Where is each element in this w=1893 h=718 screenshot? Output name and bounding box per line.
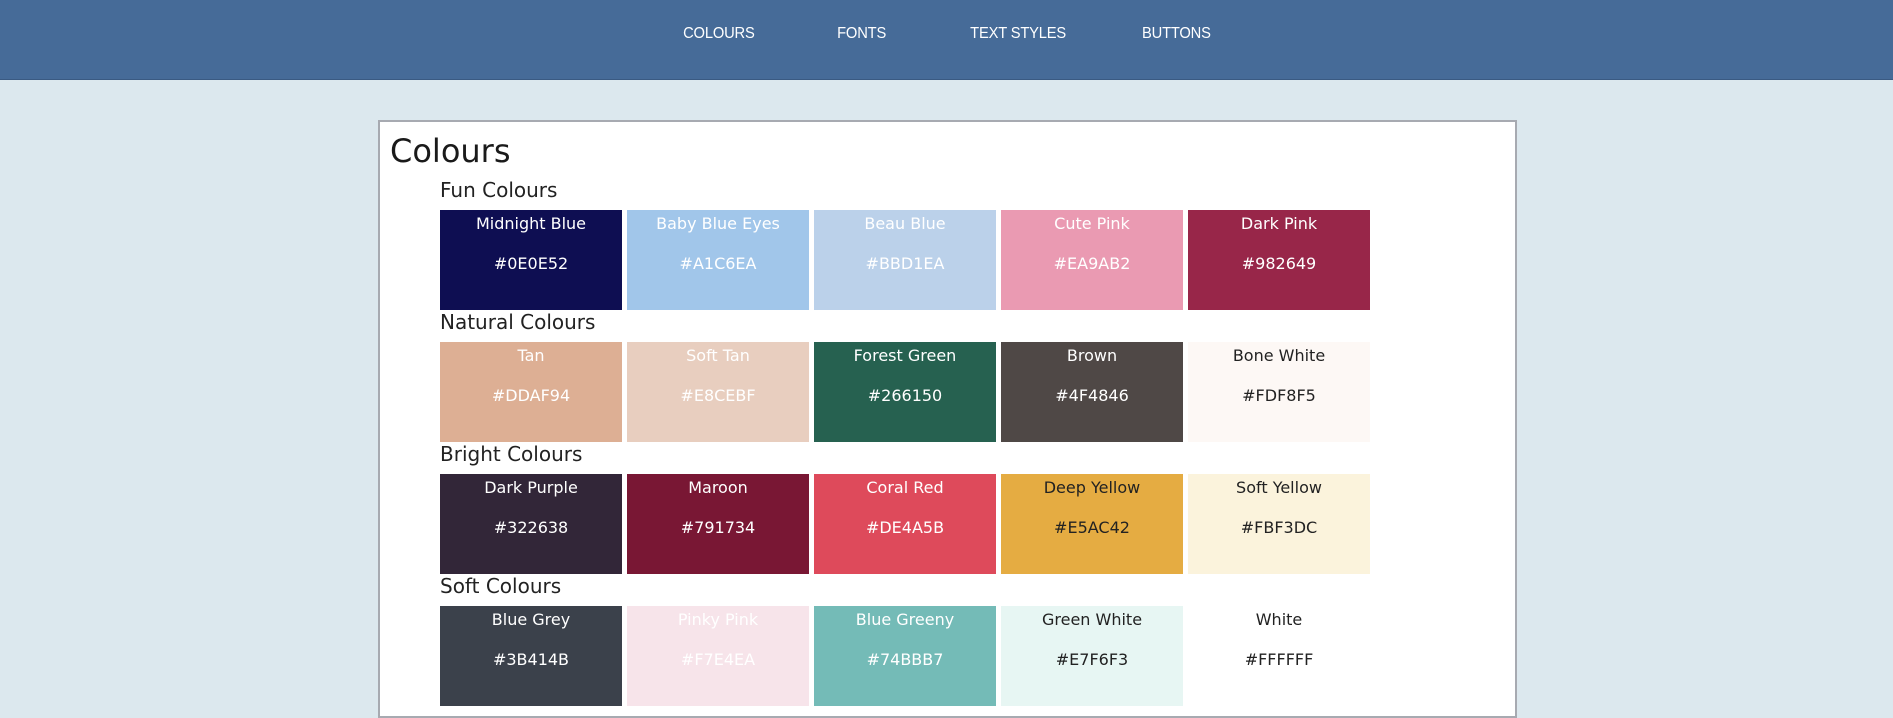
nav-item-fonts[interactable]: FONTS — [837, 25, 886, 43]
colour-swatch: Blue Greeny #74BBB7 — [814, 606, 996, 706]
swatch-hex-code: #0E0E52 — [493, 254, 569, 273]
colour-swatch: Tan #DDAF94 — [440, 342, 622, 442]
swatch-hex-code: #BBD1EA — [865, 254, 945, 273]
colour-swatch: Maroon #791734 — [627, 474, 809, 574]
swatch-hex-code: #DE4A5B — [865, 518, 945, 537]
swatch-name: Dark Purple — [484, 478, 578, 497]
swatch-hex-code: #982649 — [1241, 254, 1317, 273]
swatch-hex-code: #E7F6F3 — [1055, 650, 1129, 669]
colour-swatch: Soft Yellow #FBF3DC — [1188, 474, 1370, 574]
swatch-hex-code: #E8CEBF — [680, 386, 756, 405]
colour-swatch: Baby Blue Eyes #A1C6EA — [627, 210, 809, 310]
swatch-name: Beau Blue — [864, 214, 946, 233]
swatch-hex-code: #A1C6EA — [679, 254, 757, 273]
swatch-name: Green White — [1041, 610, 1143, 629]
swatch-hex-code: #DDAF94 — [491, 386, 571, 405]
swatch-hex-code: #E5AC42 — [1054, 518, 1130, 537]
swatch-name: White — [1255, 610, 1303, 629]
swatch-name: Midnight Blue — [475, 214, 587, 233]
swatch-name: Bone White — [1232, 346, 1326, 365]
swatch-name: Deep Yellow — [1043, 478, 1141, 497]
swatch-hex-code: #74BBB7 — [866, 650, 944, 669]
swatch-row-soft-colours: Blue Grey #3B414B Pinky Pink #F7E4EA Blue Gr… — [440, 606, 1375, 706]
colour-swatch: Beau Blue #BBD1EA — [814, 210, 996, 310]
swatch-name: Soft Tan — [686, 346, 750, 365]
colour-swatch: White #FFFFFF — [1188, 606, 1370, 706]
swatch-row-bright-colours: Dark Purple #322638 Maroon #791734 Coral Red… — [440, 474, 1375, 574]
swatch-name: Pinky Pink — [677, 610, 759, 629]
colour-swatch: Deep Yellow #E5AC42 — [1001, 474, 1183, 574]
colour-swatch: Midnight Blue #0E0E52 — [440, 210, 622, 310]
swatch-hex-code: #322638 — [493, 518, 569, 537]
swatch-hex-code: #FFFFFF — [1244, 650, 1314, 669]
swatch-name: Maroon — [688, 478, 748, 497]
swatch-name: Blue Greeny — [855, 610, 955, 629]
colour-swatch: Green White #E7F6F3 — [1001, 606, 1183, 706]
swatch-row-natural-colours: Tan #DDAF94 Soft Tan #E8CEBF Forest Green #26… — [440, 342, 1375, 442]
swatch-name: Forest Green — [853, 346, 957, 365]
group-title-fun-colours: Fun Colours — [440, 178, 558, 202]
nav-item-text-styles[interactable]: TEXT STYLES — [971, 25, 1067, 43]
swatch-hex-code: #FBF3DC — [1240, 518, 1318, 537]
colour-swatch: Brown #4F4846 — [1001, 342, 1183, 442]
nav-menu: COLOURS FONTS TEXT STYLES BUTTONS — [680, 0, 1214, 43]
group-title-natural-colours: Natural Colours — [440, 310, 596, 334]
swatch-name: Dark Pink — [1240, 214, 1318, 233]
colour-swatch: Blue Grey #3B414B — [440, 606, 622, 706]
swatch-hex-code: #3B414B — [492, 650, 570, 669]
swatch-hex-code: #4F4846 — [1055, 386, 1129, 405]
swatch-hex-code: #791734 — [680, 518, 756, 537]
colour-swatch: Cute Pink #EA9AB2 — [1001, 210, 1183, 310]
colour-swatch: Soft Tan #E8CEBF — [627, 342, 809, 442]
swatch-name: Coral Red — [866, 478, 944, 497]
group-title-soft-colours: Soft Colours — [440, 574, 562, 598]
colour-swatch: Dark Pink #982649 — [1188, 210, 1370, 310]
swatch-row-fun-colours: Midnight Blue #0E0E52 Baby Blue Eyes #A1C6E… — [440, 210, 1375, 310]
swatch-name: Cute Pink — [1054, 214, 1130, 233]
page-title: Colours — [390, 132, 511, 170]
nav-item-buttons[interactable]: BUTTONS — [1142, 25, 1211, 43]
colour-swatch: Bone White #FDF8F5 — [1188, 342, 1370, 442]
swatch-hex-code: #FDF8F5 — [1242, 386, 1316, 405]
top-navbar: COLOURS FONTS TEXT STYLES BUTTONS — [0, 0, 1893, 80]
colour-swatch: Coral Red #DE4A5B — [814, 474, 996, 574]
colour-swatch: Pinky Pink #F7E4EA — [627, 606, 809, 706]
colour-swatch: Forest Green #266150 — [814, 342, 996, 442]
swatch-hex-code: #EA9AB2 — [1053, 254, 1131, 273]
swatch-name: Baby Blue Eyes — [656, 214, 780, 233]
swatch-name: Soft Yellow — [1236, 478, 1322, 497]
swatch-name: Blue Grey — [491, 610, 571, 629]
swatch-name: Tan — [517, 346, 545, 365]
nav-item-colours[interactable]: COLOURS — [683, 25, 755, 43]
swatch-name: Brown — [1066, 346, 1118, 365]
colours-card: Colours Fun Colours Midnight Blue #0E0E52… — [378, 120, 1517, 718]
swatch-hex-code: #F7E4EA — [680, 650, 756, 669]
colour-swatch: Dark Purple #322638 — [440, 474, 622, 574]
swatch-hex-code: #266150 — [867, 386, 943, 405]
group-title-bright-colours: Bright Colours — [440, 442, 583, 466]
